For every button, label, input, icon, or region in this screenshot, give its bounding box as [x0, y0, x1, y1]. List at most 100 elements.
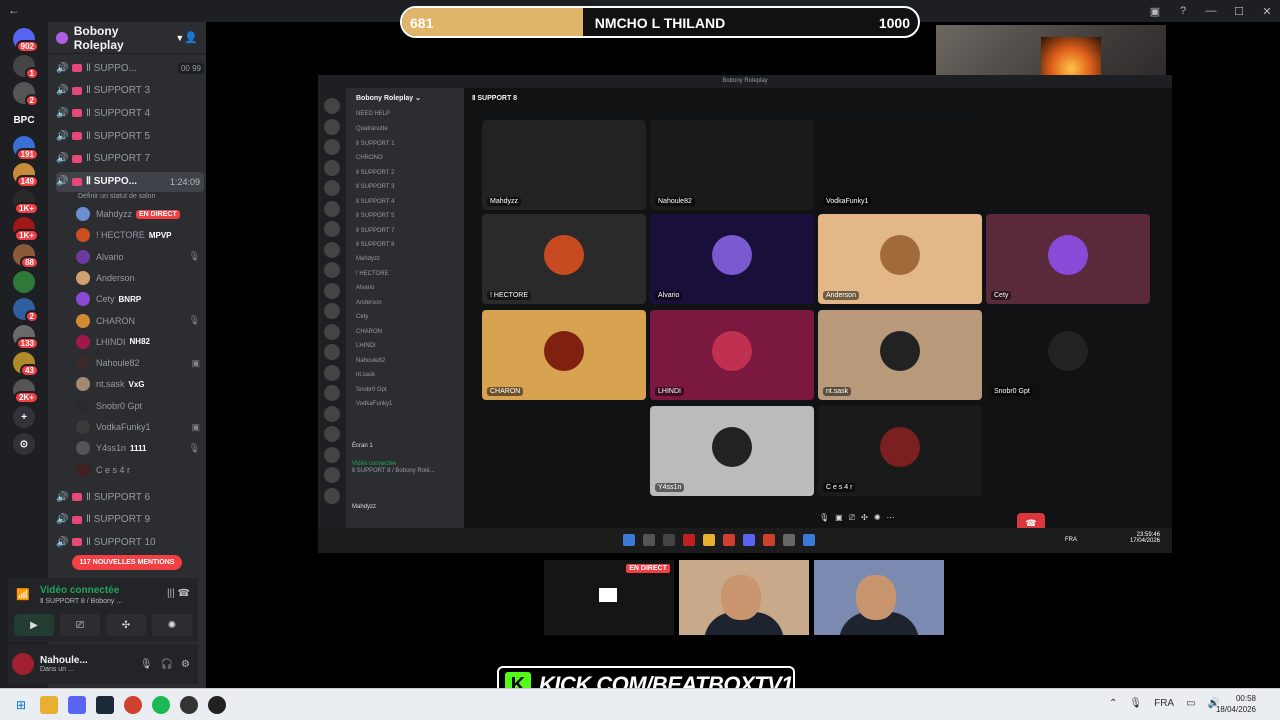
voice-channel[interactable]: 🔊 Ⅱ SUPPO... 1:24:09: [56, 171, 204, 192]
channel-status-hint[interactable]: Définir un statut de salon: [78, 193, 155, 200]
server-icon[interactable]: 88: [13, 244, 39, 269]
voice-user[interactable]: CHARON 🎙: [76, 311, 200, 331]
screen-share-button[interactable]: ⎚: [60, 614, 100, 636]
clock[interactable]: 00:58 18/04/2026: [1216, 693, 1256, 715]
add-user-icon[interactable]: 👤: [184, 31, 198, 44]
chrome-icon[interactable]: [763, 534, 775, 546]
voice-channel[interactable]: 🔊 Ⅱ SUPPORT 10: [56, 532, 204, 552]
server-icon[interactable]: 2K+: [13, 379, 39, 404]
voice-user[interactable]: VodkaFunky1 ▣: [76, 417, 200, 437]
activities-icon[interactable]: ✣: [861, 513, 868, 523]
folder-icon[interactable]: [703, 534, 715, 546]
video-tile[interactable]: Nahoule82: [650, 120, 814, 210]
folder-icon[interactable]: [40, 696, 58, 714]
video-tile[interactable]: Cety: [986, 214, 1150, 304]
voice-channel[interactable]: 🔊 Ⅱ SUPPORT 6: [56, 487, 204, 507]
voice-channel[interactable]: 🔊 Ⅱ SUPPORT 3: [56, 81, 204, 101]
new-mentions-pill[interactable]: 117 NOUVELLES MENTIONS: [72, 555, 182, 570]
camera-button[interactable]: ▶: [14, 614, 54, 636]
language[interactable]: FRA: [1154, 698, 1174, 709]
server-icon[interactable]: 149: [13, 163, 39, 188]
video-tile[interactable]: ! HECTORE: [482, 214, 646, 304]
voice-user[interactable]: Alvario 🎙: [76, 247, 200, 267]
discord-icon[interactable]: [68, 696, 86, 714]
server-icon[interactable]: 1: [13, 55, 39, 80]
settings-gear-icon[interactable]: ⚙: [181, 659, 190, 670]
voice-channel[interactable]: 🔊 Ⅱ SUPPO... 00 99: [56, 58, 204, 78]
voice-channel[interactable]: 🔊 Ⅱ SUPPORT 7: [56, 149, 204, 169]
voice-user[interactable]: nt.sask VxG: [76, 374, 200, 394]
screen-share-icon[interactable]: ⎚: [849, 513, 855, 523]
mic-icon[interactable]: 🎙: [140, 659, 153, 670]
chrome-icon[interactable]: [124, 696, 142, 714]
server-icon[interactable]: [13, 271, 35, 293]
settings-icon[interactable]: [783, 534, 795, 546]
server-icon[interactable]: 1K+: [13, 190, 39, 215]
voice-user[interactable]: Anderson: [76, 268, 200, 288]
video-tile[interactable]: Anderson: [818, 214, 982, 304]
windows-start-icon[interactable]: [623, 534, 635, 546]
video-tile[interactable]: Mahdyzz: [482, 120, 646, 210]
server-icon[interactable]: +: [13, 406, 35, 428]
close-button[interactable]: ✕: [1254, 5, 1280, 18]
server-icon[interactable]: 902: [13, 28, 39, 53]
soundboard-icon[interactable]: ✺: [874, 513, 881, 523]
voice-user[interactable]: Nahoule82 ▣: [76, 353, 200, 373]
mic-icon[interactable]: 🎙: [1129, 698, 1142, 709]
server-icon[interactable]: BPC: [13, 109, 35, 131]
help-icon[interactable]: ?: [1170, 5, 1196, 17]
inbox-icon[interactable]: ▣: [1142, 5, 1168, 18]
soundboard-button[interactable]: ✺: [152, 614, 192, 636]
voice-user[interactable]: ! HECTORE MPVP: [76, 225, 200, 245]
video-tile[interactable]: VodkaFunky1: [818, 120, 982, 210]
voice-channel[interactable]: 🔊 Ⅱ SUPPORT 4: [56, 103, 204, 123]
server-icon[interactable]: 2: [13, 82, 39, 107]
video-tile[interactable]: CHARON: [482, 310, 646, 400]
video-tile[interactable]: nt.sask: [818, 310, 982, 400]
server-icon[interactable]: 133: [13, 325, 39, 350]
app-icon[interactable]: [663, 534, 675, 546]
more-icon[interactable]: ⋯: [887, 513, 895, 523]
video-tile[interactable]: Snobr0 Gpt: [986, 310, 1150, 400]
voice-user[interactable]: Mahdyzz EN DIRECT: [76, 204, 200, 224]
voice-user[interactable]: Y4ss1n 1111 🎙: [76, 438, 200, 458]
server-icon[interactable]: 191: [13, 136, 39, 161]
voice-user[interactable]: Snobr0 Gpt: [76, 396, 200, 416]
video-tile[interactable]: C e s 4 r: [818, 406, 982, 496]
server-icon[interactable]: ⊙: [13, 433, 35, 455]
server-icon[interactable]: 43: [13, 352, 39, 377]
app-icon[interactable]: [683, 534, 695, 546]
chrome-icon[interactable]: [723, 534, 735, 546]
activities-button[interactable]: ✣: [106, 614, 146, 636]
headset-icon[interactable]: 🎧: [161, 659, 173, 670]
server-icon[interactable]: 1K+: [13, 217, 39, 242]
voice-user[interactable]: C e s 4 r: [76, 460, 200, 480]
server-header[interactable]: Bobony Roleplay ▼ 👤: [48, 22, 206, 54]
voice-user[interactable]: Cety BNRP: [76, 289, 200, 309]
app-icon[interactable]: [180, 696, 198, 714]
avatar[interactable]: [12, 653, 34, 675]
voice-user[interactable]: LHINDI NH82: [76, 332, 200, 352]
spotify-icon[interactable]: [152, 696, 170, 714]
voice-channel[interactable]: 🔊 Ⅱ SUPPORT 9: [56, 510, 204, 530]
video-tile[interactable]: LHINDI: [650, 310, 814, 400]
steam-icon[interactable]: [96, 696, 114, 714]
video-tile[interactable]: Alvario: [650, 214, 814, 304]
discord-icon[interactable]: [743, 534, 755, 546]
network-icon[interactable]: ▭: [1186, 698, 1195, 709]
voice-channel[interactable]: 🔊 Ⅱ SUPPORT 5: [56, 126, 204, 146]
search-icon[interactable]: [643, 534, 655, 546]
back-arrow-icon[interactable]: ←: [8, 3, 20, 17]
camera-icon[interactable]: ▣: [835, 513, 843, 523]
app-icon[interactable]: [208, 696, 226, 714]
chevron-up-icon[interactable]: ⌃: [1109, 698, 1117, 709]
disconnect-icon[interactable]: ☎: [178, 588, 190, 599]
maximize-button[interactable]: ☐: [1226, 5, 1252, 18]
video-tile[interactable]: Y4ss1n: [650, 406, 814, 496]
app-icon[interactable]: [803, 534, 815, 546]
windows-start-icon[interactable]: ⊞: [12, 696, 30, 714]
minimize-button[interactable]: —: [1198, 5, 1224, 17]
voice-status-channel[interactable]: Ⅱ SUPPORT 8 / Bobony ...: [40, 597, 122, 605]
mic-icon[interactable]: 🎙: [819, 513, 829, 523]
server-icon[interactable]: 2: [13, 298, 39, 323]
